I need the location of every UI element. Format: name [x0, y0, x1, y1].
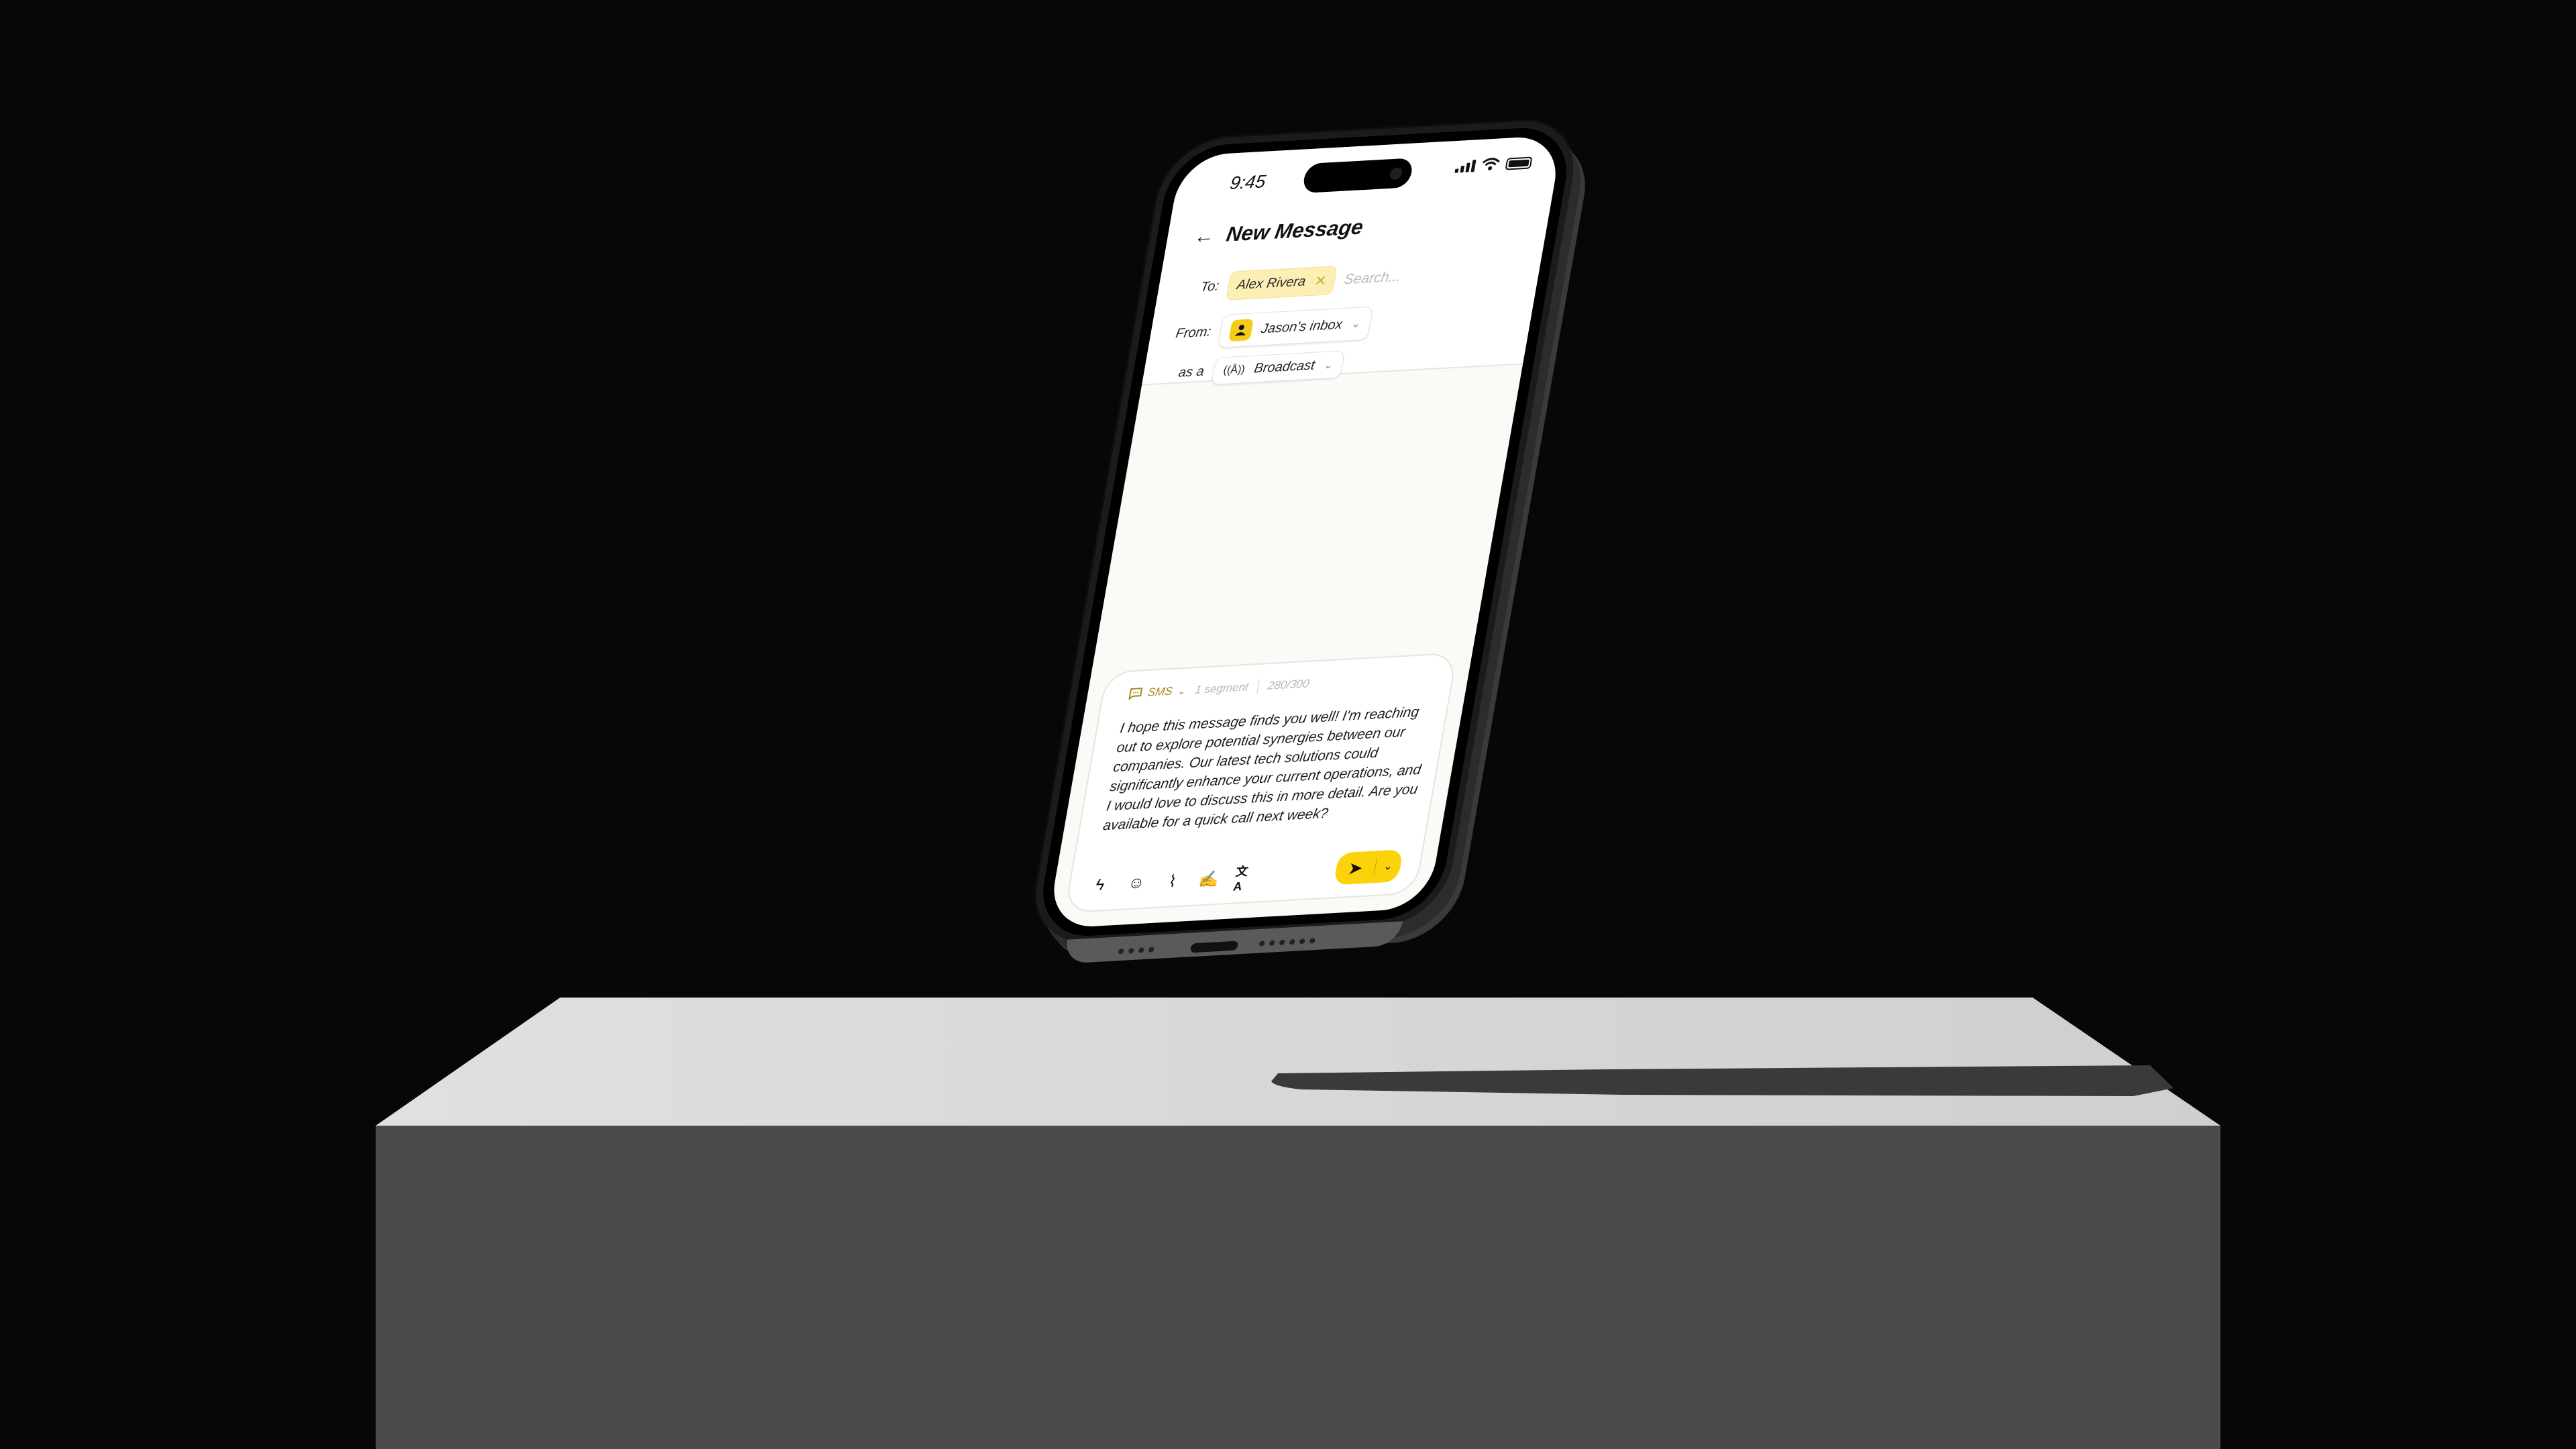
- message-type: Broadcast: [1252, 358, 1316, 376]
- char-count: 280/300: [1267, 677, 1311, 692]
- lightning-icon[interactable]: ϟ: [1088, 875, 1112, 896]
- composer-meta: SMS ⌄ 1 segment 280/300: [1128, 676, 1310, 701]
- inbox-name: Jason's inbox: [1260, 317, 1344, 336]
- from-label: From:: [1175, 324, 1213, 341]
- close-icon[interactable]: ✕: [1313, 272, 1328, 290]
- message-icon: [1128, 688, 1143, 700]
- paperclip-icon[interactable]: ⌇: [1161, 871, 1184, 892]
- segment-count: 1 segment: [1193, 680, 1250, 696]
- recipient-chip[interactable]: Alex Rivera ✕: [1226, 266, 1338, 301]
- status-icons: [1454, 156, 1533, 173]
- to-row: To: Alex Rivera ✕ Search...: [1176, 262, 1403, 303]
- arrow-left-icon[interactable]: ←: [1192, 225, 1216, 248]
- chevron-down-icon: ⌄: [1323, 359, 1334, 372]
- send-button[interactable]: ➤ ⌄: [1333, 849, 1403, 885]
- pedestal-front: [376, 1126, 2220, 1449]
- divider: [1256, 679, 1260, 694]
- from-row: From: Jason's inbox ⌄: [1168, 306, 1374, 351]
- type-row: as a ((Å)) Broadcast ⌄: [1161, 350, 1346, 388]
- wifi-icon: [1482, 158, 1500, 170]
- send-icon[interactable]: ➤: [1334, 857, 1377, 879]
- pedestal-top: [376, 998, 2220, 1126]
- compose-header: ← New Message To: Alex Rivera ✕ Search..…: [1141, 182, 1555, 388]
- message-type-select[interactable]: ((Å)) Broadcast ⌄: [1211, 350, 1346, 385]
- channel-select[interactable]: SMS ⌄: [1128, 684, 1187, 701]
- to-label: To:: [1199, 278, 1220, 295]
- signature-icon[interactable]: ✍: [1197, 869, 1221, 890]
- send-options-chevron-icon[interactable]: ⌄: [1375, 859, 1402, 873]
- translate-icon[interactable]: 文A: [1232, 864, 1256, 893]
- signal-icon: [1454, 160, 1477, 173]
- status-time: 9:45: [1228, 171, 1268, 194]
- page-title: New Message: [1224, 215, 1365, 246]
- chevron-down-icon: ⌄: [1177, 685, 1187, 696]
- dynamic-island: [1301, 158, 1414, 194]
- message-composer: SMS ⌄ 1 segment 280/300 I hope this mess…: [1064, 652, 1458, 914]
- camera-icon: [1389, 167, 1403, 180]
- as-label: as a: [1177, 364, 1205, 380]
- battery-icon: [1505, 156, 1533, 170]
- recipient-search-input[interactable]: Search...: [1343, 268, 1402, 288]
- recipient-name: Alex Rivera: [1236, 274, 1307, 293]
- broadcast-icon: ((Å)): [1222, 363, 1246, 376]
- inbox-select[interactable]: Jason's inbox ⌄: [1217, 306, 1374, 348]
- channel-label: SMS: [1146, 684, 1174, 699]
- user-icon: [1228, 319, 1254, 342]
- emoji-icon[interactable]: ☺: [1124, 873, 1148, 894]
- composer-toolbar: ϟ ☺ ⌇ ✍ 文A: [1088, 864, 1256, 896]
- message-textarea[interactable]: I hope this message finds you well! I'm …: [1102, 702, 1437, 836]
- chevron-down-icon: ⌄: [1350, 318, 1362, 331]
